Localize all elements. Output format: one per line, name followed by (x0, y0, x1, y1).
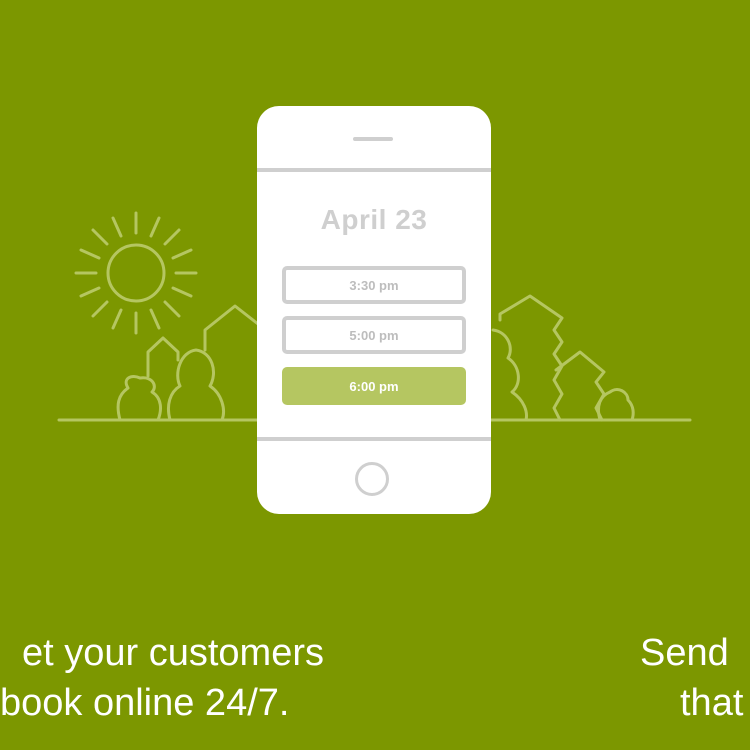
time-slot-label: 5:00 pm (349, 327, 399, 343)
time-slot-button[interactable]: 3:30 pm (282, 266, 466, 304)
phone-bottom-divider (257, 437, 491, 441)
time-slot-label: 3:30 pm (349, 277, 399, 293)
phone-top-divider (257, 168, 491, 172)
phone-home-button-icon (355, 462, 389, 496)
caption-left-line2: book online 24/7. (0, 682, 290, 724)
caption-left-line1: et your customers (22, 632, 324, 674)
time-slot-label: 6:00 pm (349, 378, 399, 394)
time-slot-button-selected[interactable]: 6:00 pm (282, 367, 466, 405)
phone-speaker (353, 137, 393, 141)
tree-icon (491, 294, 635, 422)
tree-icon (116, 304, 260, 422)
phone-mockup: April 23 3:30 pm 5:00 pm 6:00 pm (257, 106, 491, 514)
sun-icon (74, 211, 198, 335)
booking-date: April 23 (320, 204, 428, 235)
caption-right-line2: that (680, 682, 744, 724)
caption-right-line1: Send (640, 632, 729, 674)
time-slot-button[interactable]: 5:00 pm (282, 316, 466, 354)
